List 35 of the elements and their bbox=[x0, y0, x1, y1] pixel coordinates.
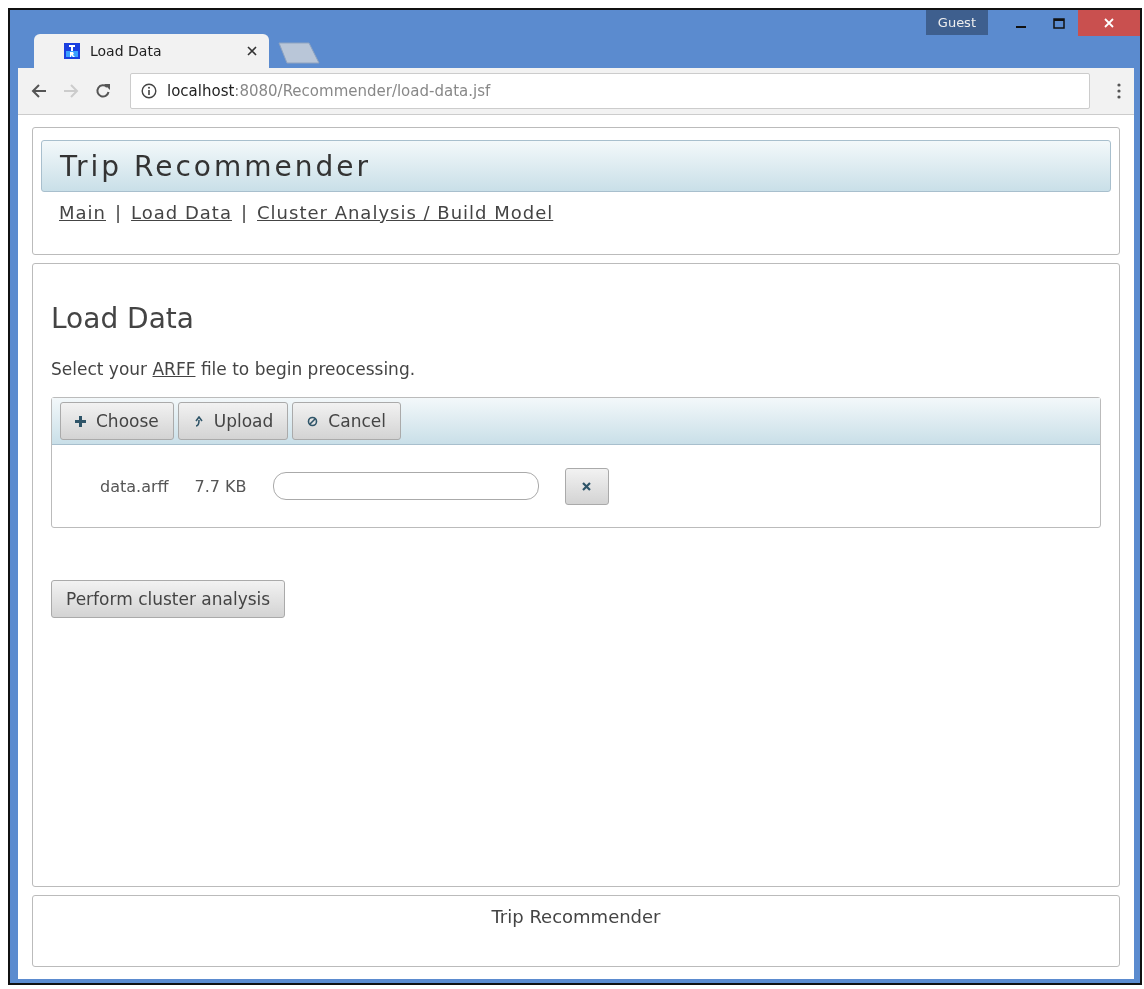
arff-link[interactable]: ARFF bbox=[152, 359, 196, 379]
page-heading: Load Data bbox=[51, 302, 195, 335]
plus-icon bbox=[75, 415, 86, 427]
intro-text: Select your ARFF file to begin preocessing. bbox=[51, 359, 417, 379]
remove-file-button[interactable] bbox=[564, 467, 609, 505]
nav-link[interactable]: Main bbox=[59, 202, 106, 223]
upload-toolbar-button[interactable]: Cancel bbox=[292, 402, 401, 440]
menu-icon[interactable] bbox=[1116, 82, 1122, 100]
info-icon bbox=[141, 83, 157, 99]
file-name: data.arff bbox=[100, 476, 169, 496]
back-icon[interactable] bbox=[30, 82, 48, 100]
nav-link[interactable]: Load Data bbox=[131, 202, 232, 223]
url-text: localhost:8080/Recommender/load-data.jsf bbox=[167, 82, 491, 100]
profile-badge[interactable]: Guest bbox=[925, 10, 988, 35]
cancel-icon bbox=[307, 415, 319, 427]
upload-toolbar-button[interactable]: Choose bbox=[60, 402, 174, 440]
nav-separator: | bbox=[240, 202, 249, 223]
close-icon[interactable] bbox=[247, 46, 257, 56]
upload-toolbar-button[interactable]: Upload bbox=[177, 402, 289, 440]
footer-text: Trip Recommender bbox=[491, 906, 661, 929]
nav-link[interactable]: Cluster Analysis / Build Model bbox=[257, 202, 554, 223]
close-button[interactable] bbox=[1078, 10, 1140, 36]
close-icon bbox=[582, 481, 592, 491]
close-icon bbox=[1103, 17, 1115, 29]
reload-icon[interactable] bbox=[94, 82, 112, 100]
browser-tab[interactable]: Load Data bbox=[34, 34, 269, 68]
site-title: Trip Recommender bbox=[60, 149, 371, 183]
tr-logo-icon bbox=[64, 43, 80, 59]
upload-arrow-icon bbox=[192, 415, 204, 427]
maximize-icon[interactable] bbox=[1053, 18, 1065, 30]
file-size: 7.7 KB bbox=[194, 476, 247, 496]
cluster-analysis-button[interactable]: Perform cluster analysis bbox=[51, 580, 286, 618]
tab-title: Load Data bbox=[90, 43, 163, 59]
address-bar[interactable]: localhost:8080/Recommender/load-data.jsf bbox=[130, 73, 1090, 109]
nav-separator: | bbox=[115, 202, 123, 223]
